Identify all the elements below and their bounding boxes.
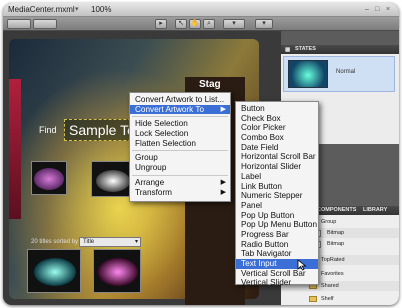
states-panel-header[interactable]: ▦ STATES	[281, 45, 399, 54]
submenu-arrow-icon: ▶	[220, 105, 226, 113]
state-name: Normal	[336, 69, 356, 75]
minimize-icon[interactable]: –	[365, 6, 373, 14]
menu-item-label: Arrange	[135, 177, 165, 187]
list-item-label: Favorites	[321, 271, 344, 277]
submenu-item-panel[interactable]: Panel	[236, 201, 318, 211]
menu-item-label: Lock Selection	[135, 129, 189, 139]
menu-item-arrange[interactable]: Arrange ▶	[130, 178, 230, 188]
close-icon[interactable]: ×	[386, 6, 394, 14]
play-icon[interactable]: ▸	[155, 19, 167, 29]
tab-components[interactable]: COMPONENTS	[317, 206, 356, 215]
menu-item-hide-selection[interactable]: Hide Selection	[130, 119, 230, 129]
pointer-tool-icon[interactable]: ↖	[175, 19, 187, 29]
dropdown-arrow-icon[interactable]: ▾	[75, 6, 83, 14]
list-item-label: Bitmap	[327, 230, 345, 236]
find-label: Find	[39, 125, 57, 135]
list-item-label: TopRated	[321, 257, 345, 263]
maximize-icon[interactable]: □	[375, 6, 383, 14]
panel-toggle-button[interactable]: ▾	[255, 19, 273, 29]
chevron-down-icon: ▾	[134, 239, 138, 245]
submenu-item-radio-button[interactable]: Radio Button	[236, 240, 318, 250]
thumbnail-image[interactable]	[31, 161, 67, 195]
thumbnail-image[interactable]	[27, 249, 81, 293]
menu-item-convert-artwork-to-list[interactable]: Convert Artwork to List...	[130, 95, 230, 105]
menu-item-label: Convert Artwork to List...	[135, 95, 225, 104]
code-view-button[interactable]	[7, 19, 31, 29]
list-item[interactable]: Shelf	[281, 294, 399, 304]
list-item-label: Shared	[321, 283, 339, 289]
menu-item-label: Transform	[135, 187, 172, 197]
sort-dropdown[interactable]: Title ▾	[79, 237, 141, 247]
list-item-label: Group	[321, 219, 337, 225]
menu-item-transform[interactable]: Transform ▶	[130, 188, 230, 198]
menu-item-ungroup[interactable]: Ungroup	[130, 163, 230, 173]
design-view-button[interactable]	[33, 19, 57, 29]
mouse-cursor-icon	[297, 259, 307, 271]
document-tab-title[interactable]: MediaCenter.mxml	[8, 5, 75, 14]
stage-label: Stag	[199, 79, 221, 90]
state-thumbnail	[288, 60, 328, 88]
menu-item-label: Group	[135, 153, 158, 163]
submenu-item-tab-navigator[interactable]: Tab Navigator	[236, 249, 318, 259]
submenu-item-color-picker[interactable]: Color Picker	[236, 123, 318, 133]
menu-item-convert-artwork-to[interactable]: Convert Artwork To ▶	[130, 104, 230, 115]
title-bar: MediaCenter.mxml ▾ 100% – □ ×	[3, 3, 399, 17]
zoom-level[interactable]: 100%	[91, 5, 111, 14]
menu-item-lock-selection[interactable]: Lock Selection	[130, 129, 230, 139]
panel-icon: ▦	[285, 47, 291, 53]
submenu-item-button[interactable]: Button	[236, 104, 318, 114]
submenu-item-pop-up-menu-button[interactable]: Pop Up Menu Button	[236, 220, 318, 230]
menu-separator	[132, 174, 228, 176]
submenu-item-pop-up-button[interactable]: Pop Up Button	[236, 211, 318, 221]
submenu-item-vertical-slider[interactable]: Vertical Slider	[236, 278, 318, 288]
view-options-button[interactable]: ▾	[223, 19, 245, 29]
menu-item-label: Ungroup	[135, 163, 167, 173]
submenu-item-numeric-stepper[interactable]: Numeric Stepper	[236, 191, 318, 201]
sort-label: 20 titles sorted by	[31, 239, 79, 245]
submenu-item-combo-box[interactable]: Combo Box	[236, 133, 318, 143]
menu-item-flatten-selection[interactable]: Flatten Selection	[130, 139, 230, 149]
toolbar: ▸ ↖ ✋ ⌕ ▾ ▾	[3, 17, 399, 31]
left-decorative-band	[9, 79, 21, 219]
menu-item-label: Flatten Selection	[135, 138, 196, 148]
context-menu: Convert Artwork to List... Convert Artwo…	[129, 92, 231, 202]
application-window: MediaCenter.mxml ▾ 100% – □ × ▸ ↖ ✋ ⌕ ▾ …	[3, 3, 399, 305]
menu-separator	[132, 150, 228, 152]
list-item-label: Shelf	[321, 296, 334, 302]
submenu-item-progress-bar[interactable]: Progress Bar	[236, 230, 318, 240]
submenu-arrow-icon: ▶	[220, 188, 226, 196]
submenu-arrow-icon: ▶	[220, 178, 226, 186]
convert-artwork-submenu: Button Check Box Color Picker Combo Box …	[235, 101, 319, 288]
submenu-item-link-button[interactable]: Link Button	[236, 182, 318, 192]
thumbnail-image[interactable]	[93, 249, 141, 293]
submenu-item-horizontal-slider[interactable]: Horizontal Slider	[236, 162, 318, 172]
sort-value: Title	[83, 239, 95, 245]
submenu-item-check-box[interactable]: Check Box	[236, 114, 318, 124]
state-row[interactable]: Normal	[283, 56, 395, 92]
zoom-tool-icon[interactable]: ⌕	[203, 19, 215, 29]
tab-library[interactable]: LIBRARY	[363, 206, 387, 215]
submenu-item-date-field[interactable]: Date Field	[236, 143, 318, 153]
menu-separator	[132, 116, 228, 118]
submenu-item-label[interactable]: Label	[236, 172, 318, 182]
menu-item-label: Hide Selection	[135, 119, 188, 129]
list-item-label: Bitmap	[327, 241, 345, 247]
hand-tool-icon[interactable]: ✋	[189, 19, 201, 29]
menu-item-label: Convert Artwork To	[135, 104, 205, 114]
submenu-item-horizontal-scroll-bar[interactable]: Horizontal Scroll Bar	[236, 152, 318, 162]
states-panel-title: STATES	[295, 46, 316, 52]
menu-item-group[interactable]: Group	[130, 153, 230, 163]
folder-icon	[309, 296, 317, 302]
